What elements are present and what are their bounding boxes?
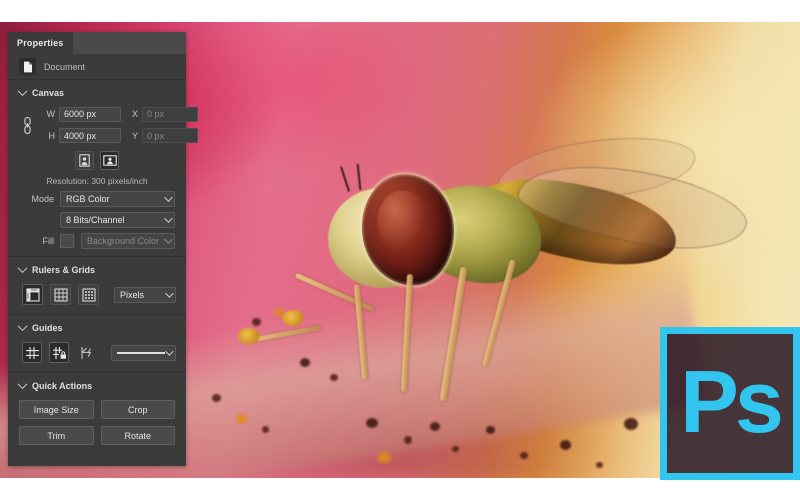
pattern-grid-icon[interactable]	[78, 284, 99, 305]
photo-speck	[236, 414, 247, 424]
photo-speck	[252, 318, 261, 326]
section-quick-actions: Quick Actions Image Size Crop Trim Rotat…	[8, 376, 186, 458]
photoshop-logo-text: Ps	[680, 351, 784, 451]
section-guides: Guides	[8, 318, 186, 373]
ruler-unit-value: Pixels	[120, 289, 145, 300]
photo-speck	[262, 426, 269, 433]
fill-select[interactable]: Background Color	[81, 233, 175, 249]
chevron-down-icon	[17, 379, 28, 390]
rulers-grids-controls: Pixels	[8, 279, 186, 307]
fly-pollen-foot	[282, 310, 304, 326]
chevron-down-icon	[164, 235, 173, 244]
height-input[interactable]: 4000 px	[59, 128, 121, 144]
fill-row: Fill Background Color	[8, 228, 186, 249]
section-canvas: Canvas W 6000 px X 0 px H 4000 px Y 0 px	[8, 83, 198, 257]
fill-label: Fill	[42, 236, 55, 246]
tab-bar-filler	[72, 32, 186, 54]
guides-controls	[8, 337, 186, 365]
chevron-down-icon	[17, 86, 28, 97]
ruler-icon[interactable]	[22, 284, 43, 305]
section-canvas-title: Canvas	[32, 87, 65, 98]
guide-line-style-solid	[116, 351, 165, 354]
rotate-button[interactable]: Rotate	[100, 426, 175, 445]
document-label: Document	[44, 61, 86, 72]
screenshot-stage: Properties Document Canvas W 6000 px X 0…	[0, 0, 800, 500]
document-row[interactable]: Document	[8, 54, 186, 80]
grid-icon[interactable]	[50, 284, 71, 305]
y-label: Y	[131, 130, 138, 141]
width-label: W	[46, 109, 56, 120]
guide-line-style-select[interactable]	[110, 344, 177, 361]
section-rulers-grids-header[interactable]: Rulers & Grids	[8, 260, 186, 279]
section-rulers-grids: Rulers & Grids Pixels	[8, 260, 186, 315]
photoshop-logo: Ps	[660, 327, 800, 480]
section-quick-actions-title: Quick Actions	[32, 380, 93, 391]
photo-speck	[596, 462, 603, 468]
section-guides-header[interactable]: Guides	[8, 318, 186, 337]
orientation-buttons	[8, 146, 186, 173]
image-size-button[interactable]: Image Size	[19, 400, 94, 419]
tab-properties[interactable]: Properties	[8, 32, 73, 54]
height-label: H	[48, 130, 56, 141]
bit-depth-value: 8 Bits/Channel	[66, 215, 125, 225]
ruler-unit-select[interactable]: Pixels	[114, 286, 176, 303]
chevron-down-icon	[165, 346, 174, 356]
width-input[interactable]: 6000 px	[59, 106, 121, 122]
panel-tab-bar: Properties	[8, 32, 186, 54]
portrait-orientation-icon[interactable]	[75, 151, 94, 170]
color-mode-value: RGB Color	[66, 194, 110, 204]
color-mode-select[interactable]: RGB Color	[60, 191, 175, 207]
section-guides-title: Guides	[32, 322, 63, 333]
fly-antenna	[340, 166, 350, 192]
lock-guides-icon[interactable]	[49, 342, 70, 363]
bit-depth-select[interactable]: 8 Bits/Channel	[60, 212, 175, 228]
trim-button[interactable]: Trim	[19, 426, 94, 445]
fly-leg	[400, 273, 414, 393]
y-input[interactable]: 0 px	[142, 128, 198, 144]
resolution-text: Resolution: 300 pixels/inch	[46, 176, 148, 186]
chevron-down-icon	[165, 288, 174, 298]
section-canvas-header[interactable]: Canvas	[8, 83, 186, 102]
link-chain-icon[interactable]	[16, 106, 38, 144]
properties-panel: Properties Document Canvas W 6000 px X 0…	[8, 32, 198, 466]
chevron-down-icon	[164, 193, 173, 202]
fill-color-swatch[interactable]	[60, 234, 74, 248]
x-input[interactable]: 0 px	[142, 106, 198, 122]
section-quick-actions-header[interactable]: Quick Actions	[8, 376, 186, 395]
mode-label: Mode	[31, 194, 54, 204]
x-label: X	[131, 109, 138, 120]
fly-leg	[353, 283, 369, 381]
show-guides-icon[interactable]	[22, 342, 43, 363]
fly-antenna	[356, 163, 362, 191]
fly-leg	[439, 266, 468, 402]
canvas-fields: W 6000 px X 0 px H 4000 px Y 0 px	[8, 102, 198, 146]
fly-pollen-foot	[238, 328, 260, 344]
section-rulers-grids-title: Rulers & Grids	[32, 264, 96, 275]
crop-button[interactable]: Crop	[100, 400, 175, 419]
smart-guides-icon[interactable]	[76, 342, 96, 363]
landscape-orientation-icon[interactable]	[100, 151, 119, 170]
chevron-down-icon	[164, 214, 173, 223]
fill-value: Background Color	[87, 236, 160, 246]
quick-action-buttons: Image Size Crop Trim Rotate	[8, 395, 186, 451]
chevron-down-icon	[17, 263, 28, 274]
document-icon	[19, 58, 36, 75]
chevron-down-icon	[17, 321, 28, 332]
photo-speck	[212, 394, 221, 402]
color-mode-fields: Mode RGB Color 8 Bits/Channel	[8, 191, 186, 228]
